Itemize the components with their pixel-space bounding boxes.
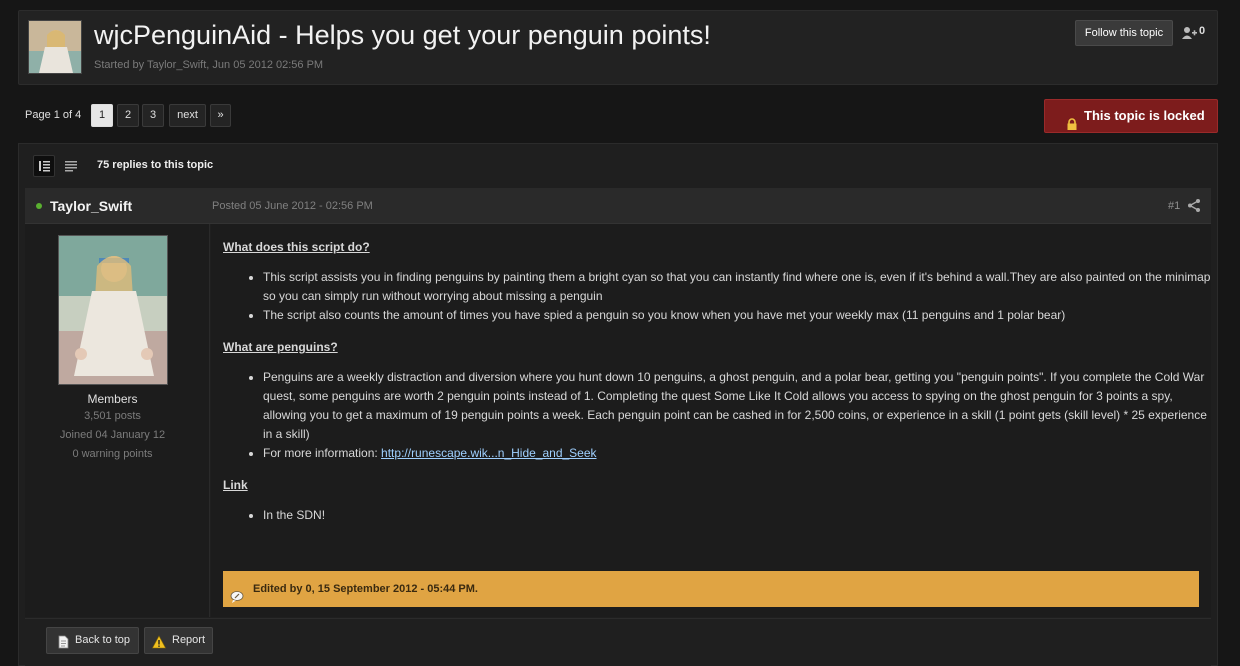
more-info-link[interactable]: http://runescape.wik...n_Hide_and_Seek [381, 446, 596, 460]
post-header [25, 188, 1211, 224]
author-joined: Joined 04 January 12 [59, 429, 166, 441]
bullet-list: Penguins are a weekly distraction and di… [223, 368, 1213, 463]
section-heading: What does this script do? [223, 240, 370, 254]
text-lines-icon [65, 161, 77, 172]
section-heading[interactable]: Link [223, 478, 248, 492]
warning-icon [151, 634, 167, 649]
page-indicator: Page 1 of 4 [25, 109, 82, 121]
report-button[interactable]: Report [144, 627, 213, 654]
replies-count: 75 replies to this topic [97, 159, 214, 171]
standard-view-toggle[interactable] [60, 155, 82, 177]
author-post-count: 3,501 posts [84, 410, 141, 422]
report-label: Report [172, 634, 206, 646]
page-2-link[interactable]: 2 [117, 104, 139, 127]
author-warning-points: 0 warning points [72, 448, 153, 460]
list-view-icon [39, 161, 50, 172]
member-group: Members [87, 392, 138, 406]
bullet-list: This script assists you in finding pengu… [223, 268, 1213, 325]
follow-topic-button[interactable]: Follow this topic [1075, 20, 1173, 46]
list-item: This script assists you in finding pengu… [263, 268, 1213, 306]
follower-count: 0 [1199, 25, 1206, 37]
lock-icon [1066, 110, 1078, 130]
list-item: Penguins are a weekly distraction and di… [263, 368, 1213, 444]
online-status-icon [36, 203, 42, 209]
back-to-top-label: Back to top [75, 634, 131, 646]
page-3-link[interactable]: 3 [142, 104, 164, 127]
threaded-view-toggle[interactable] [33, 155, 55, 177]
edit-icon [230, 583, 244, 603]
section-heading: What are penguins? [223, 340, 338, 354]
followers-icon [1181, 26, 1197, 40]
more-info-label: For more information: [263, 446, 382, 460]
document-icon [56, 634, 70, 649]
edited-notice: Edited by 0, 15 September 2012 - 05:44 P… [223, 571, 1199, 607]
share-icon[interactable] [1188, 199, 1200, 212]
post-author-name[interactable]: Taylor_Swift [50, 198, 132, 214]
next-page-link[interactable]: next [169, 104, 206, 127]
list-item: For more information: http://runescape.w… [263, 444, 1213, 463]
bullet-list: In the SDN! [223, 506, 1213, 525]
back-to-top-button[interactable]: Back to top [46, 627, 139, 654]
edited-text: Edited by 0, 15 September 2012 - 05:44 P… [253, 583, 478, 595]
list-item: In the SDN! [263, 506, 1213, 525]
post-number-link[interactable]: #1 [1168, 200, 1180, 212]
author-thumbnail[interactable] [28, 20, 82, 74]
post-date: Posted 05 June 2012 - 02:56 PM [212, 200, 373, 212]
author-avatar[interactable] [58, 235, 168, 385]
page-1-link[interactable]: 1 [91, 104, 113, 127]
list-item: The script also counts the amount of tim… [263, 306, 1213, 325]
last-page-link[interactable]: » [210, 104, 231, 127]
locked-label: This topic is locked [1084, 108, 1205, 123]
topic-title: wjcPenguinAid - Helps you get your pengu… [94, 20, 711, 50]
topic-locked-badge: This topic is locked [1044, 99, 1218, 133]
topic-started-by: Started by Taylor_Swift, Jun 05 2012 02:… [94, 59, 324, 71]
